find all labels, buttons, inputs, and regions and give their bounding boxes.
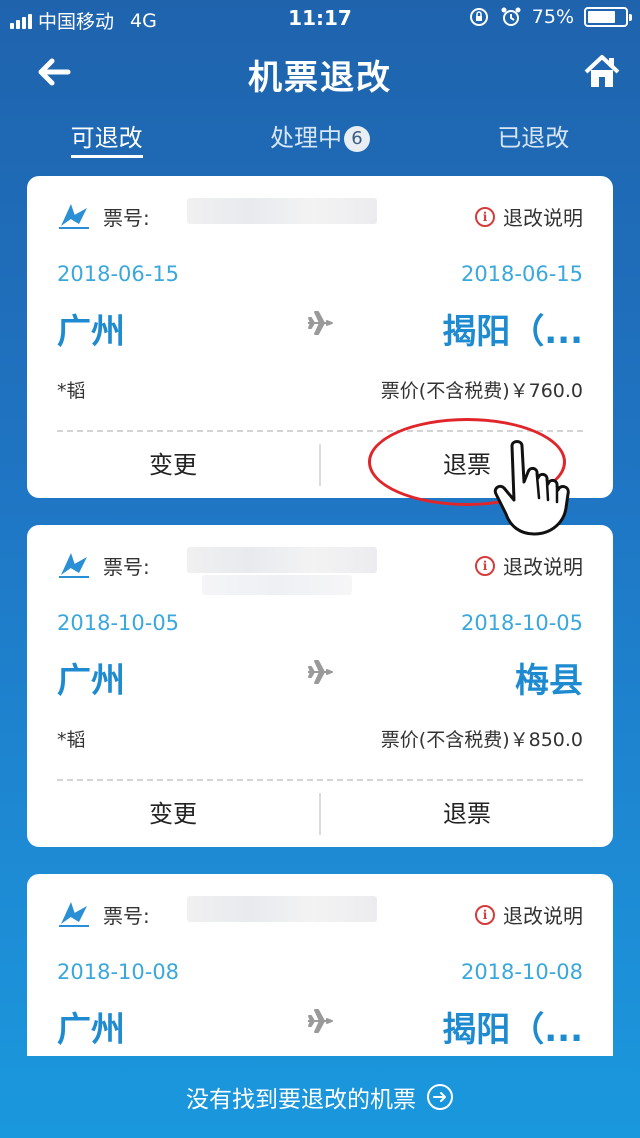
- alarm-icon: [501, 7, 521, 26]
- pointing-hand-icon: [493, 440, 570, 536]
- arrival-city: 梅县: [515, 661, 583, 701]
- airline-logo-icon: [59, 204, 89, 229]
- not-found-link[interactable]: 没有找到要退改的机票: [0, 1080, 640, 1114]
- arrival-date: 2018-10-08: [460, 960, 583, 984]
- ticket-price: 票价(不含税费)￥760.0: [380, 380, 583, 402]
- ticket-number-redacted: [187, 896, 377, 922]
- status-right: 75%: [468, 6, 632, 28]
- change-button[interactable]: 变更: [27, 442, 319, 488]
- plane-icon: [308, 311, 333, 335]
- ticket-number-redacted: [187, 547, 377, 573]
- departure-city: 广州: [57, 661, 125, 701]
- departure-date: 2018-10-08: [57, 960, 180, 984]
- tab-processing[interactable]: 处理中 6: [213, 108, 426, 164]
- change-button[interactable]: 变更: [27, 791, 319, 837]
- home-button[interactable]: [582, 52, 622, 92]
- airline-logo-icon: [59, 902, 89, 927]
- page-title: 机票退改: [248, 58, 392, 98]
- status-bar: 中国移动 4G 11:17 75%: [0, 0, 640, 38]
- refund-policy-link[interactable]: i 退改说明: [475, 202, 583, 231]
- passenger-name: *韬: [57, 729, 86, 751]
- departure-date: 2018-10-05: [57, 611, 180, 635]
- orientation-lock-icon: [469, 8, 488, 26]
- ticket-number-label: 票号:: [103, 206, 150, 230]
- ticket-number-label: 票号:: [103, 555, 150, 579]
- ticket-number-label: 票号:: [103, 904, 150, 928]
- card-header: 票号: i 退改说明: [57, 198, 583, 231]
- refund-policy-link[interactable]: i 退改说明: [475, 900, 583, 929]
- battery-percent: 75%: [531, 6, 574, 28]
- plane-icon: [308, 1009, 333, 1033]
- departure-city: 广州: [57, 1010, 125, 1050]
- plane-icon: [308, 660, 333, 684]
- info-icon: i: [475, 555, 495, 576]
- tab-label: 已退改: [497, 124, 570, 152]
- tab-label: 处理中: [269, 124, 342, 152]
- tab-label: 可退改: [70, 124, 143, 152]
- arrival-city: 揭阳（...: [442, 312, 583, 352]
- refund-policy-label: 退改说明: [503, 555, 583, 579]
- home-icon: [584, 55, 620, 87]
- ticket-card: 票号: i 退改说明 2018-10-08 2018-10-08 广州 揭阳（.…: [27, 874, 613, 1056]
- arrival-city: 揭阳（...: [442, 1010, 583, 1050]
- refund-policy-label: 退改说明: [503, 206, 583, 230]
- refund-policy-label: 退改说明: [503, 904, 583, 928]
- refund-policy-link[interactable]: i 退改说明: [475, 551, 583, 580]
- processing-count-badge: 6: [343, 126, 370, 152]
- info-icon: i: [475, 206, 495, 227]
- tab-underline: [70, 155, 143, 158]
- header: 机票退改: [0, 38, 640, 108]
- tab-refunded[interactable]: 已退改: [427, 108, 640, 164]
- passenger-name: *韬: [57, 380, 86, 402]
- battery-icon: [584, 7, 632, 27]
- card-actions: 变更 退票: [27, 791, 613, 837]
- tab-bar: 可退改 处理中 6 已退改: [0, 108, 640, 164]
- departure-city: 广州: [57, 312, 125, 352]
- arrival-date: 2018-06-15: [460, 262, 583, 286]
- circle-arrow-right-icon: [427, 1084, 453, 1110]
- ticket-number-redacted: [187, 198, 377, 224]
- battery-fill: [588, 11, 615, 23]
- refund-button[interactable]: 退票: [321, 791, 613, 837]
- ticket-number-redacted: [202, 575, 352, 595]
- not-found-label: 没有找到要退改的机票: [186, 1087, 416, 1113]
- airline-logo-icon: [59, 553, 89, 578]
- ticket-price: 票价(不含税费)￥850.0: [380, 729, 583, 751]
- card-header: 票号: i 退改说明: [57, 896, 583, 929]
- dashed-divider: [57, 779, 583, 781]
- ticket-card: 票号: i 退改说明 2018-10-05 2018-10-05 广州 梅县 *…: [27, 525, 613, 847]
- card-header: 票号: i 退改说明: [57, 547, 583, 595]
- departure-date: 2018-06-15: [57, 262, 180, 286]
- tab-refundable[interactable]: 可退改: [0, 108, 213, 164]
- info-icon: i: [475, 904, 495, 925]
- arrival-date: 2018-10-05: [460, 611, 583, 635]
